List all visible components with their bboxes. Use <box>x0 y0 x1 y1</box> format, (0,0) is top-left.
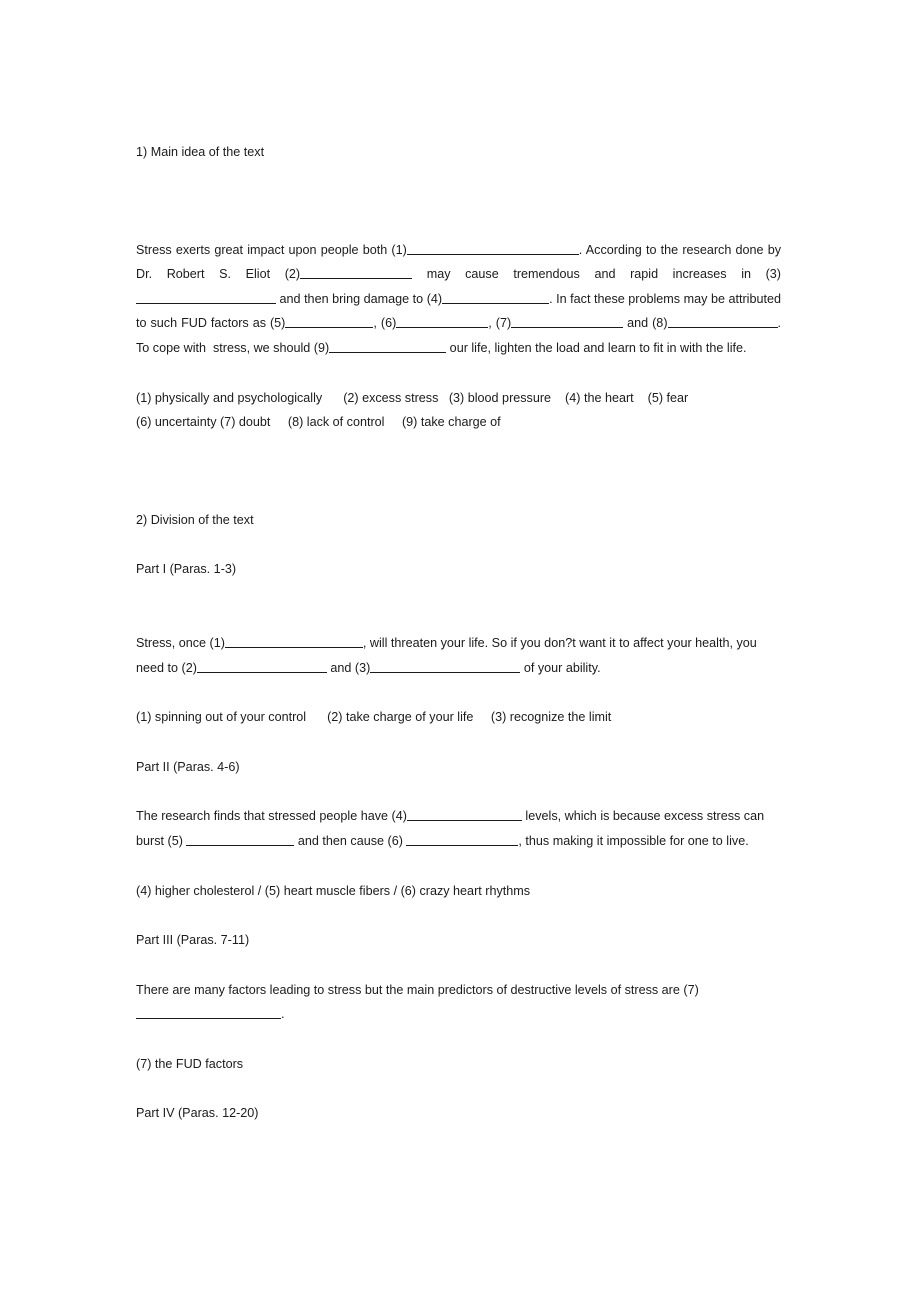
part-2-answers: (4) higher cholesterol / (5) heart muscl… <box>136 883 531 898</box>
main-idea-answers-line-1: (1) physically and psychologically (2) e… <box>136 390 689 405</box>
blank-6[interactable] <box>396 315 489 329</box>
passage-text-7: , (7) <box>488 316 512 331</box>
part-3-answers: (7) the FUD factors <box>136 1056 244 1071</box>
passage-text-8: and (8) <box>623 316 668 331</box>
document-body: 1) Main idea of the text Stress exerts g… <box>136 140 781 1126</box>
blank-8[interactable] <box>667 315 778 329</box>
blank-3[interactable] <box>136 291 276 304</box>
blank-7[interactable] <box>511 315 624 329</box>
document-page: 1) Main idea of the text Stress exerts g… <box>0 0 920 1303</box>
blank-5[interactable] <box>285 315 374 329</box>
blank-2[interactable] <box>300 266 413 280</box>
part1-text-1: Stress, once (1) <box>136 635 225 650</box>
passage-text-10: our life, lighten the load and learn to … <box>446 340 747 355</box>
part-label-4: Part IV (Paras. 12-20) <box>136 1106 259 1121</box>
part-1-answers: (1) spinning out of your control (2) tak… <box>136 710 612 725</box>
part3-text-1: There are many factors leading to stress… <box>136 982 703 997</box>
part-1-passage: Stress, once (1), will threaten your lif… <box>136 631 781 680</box>
passage-text-3: may cause tremendous and rapid increases… <box>412 267 781 282</box>
part2-text-1: The research finds that stressed people … <box>136 809 407 824</box>
main-idea-answers-line-2: (6) uncertainty (7) doubt (8) lack of co… <box>136 415 501 430</box>
part1-text-4: of your ability. <box>520 660 601 675</box>
passage-text-6: , (6) <box>373 316 397 331</box>
part-label-1: Part I (Paras. 1-3) <box>136 562 237 577</box>
blank-1[interactable] <box>406 242 579 255</box>
part-2-passage: The research finds that stressed people … <box>136 804 781 853</box>
part-3-passage: There are many factors leading to stress… <box>136 978 781 1027</box>
main-idea-passage: Stress exerts great impact upon people b… <box>136 238 781 361</box>
section-heading-division: 2) Division of the text <box>136 512 254 527</box>
part2-text-4: , thus making it impossible for one to l… <box>518 833 749 848</box>
part2-text-3: and then cause (6) <box>294 833 407 848</box>
passage-text-4: and then bring damage to (4) <box>276 291 443 306</box>
part1-blank-1[interactable] <box>224 635 363 648</box>
blank-9[interactable] <box>329 340 447 353</box>
part1-text-3: and (3) <box>326 660 371 675</box>
part-label-2: Part II (Paras. 4-6) <box>136 759 240 774</box>
part3-blank-7[interactable] <box>136 1006 281 1020</box>
part3-text-2: . <box>281 1007 285 1022</box>
passage-text-1: Stress exerts great impact upon people b… <box>136 242 407 257</box>
blank-4[interactable] <box>442 291 550 304</box>
part1-blank-2[interactable] <box>196 660 327 673</box>
part2-blank-4[interactable] <box>406 808 522 822</box>
part2-blank-6[interactable] <box>406 833 519 846</box>
part2-blank-5[interactable] <box>186 833 295 846</box>
part-label-3: Part III (Paras. 7-11) <box>136 933 250 948</box>
section-heading-main-idea: 1) Main idea of the text <box>136 145 265 159</box>
part1-blank-3[interactable] <box>370 660 521 673</box>
